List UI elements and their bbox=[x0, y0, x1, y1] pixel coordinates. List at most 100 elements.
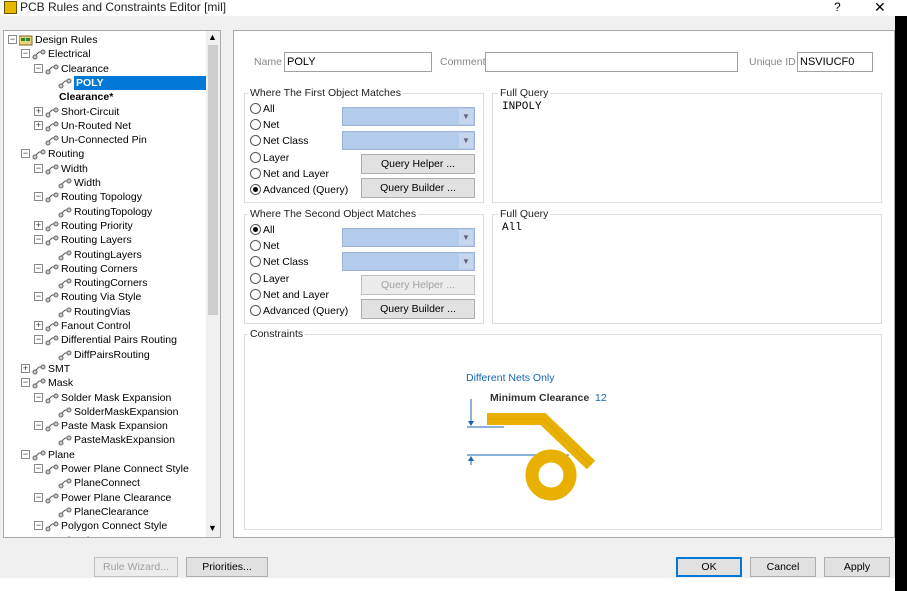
tree-node[interactable]: − Routing Layers bbox=[4, 233, 207, 247]
tree-node[interactable]: − Width bbox=[4, 162, 207, 176]
tree-node[interactable]: + Short-Circuit bbox=[4, 105, 207, 119]
collapse-icon[interactable]: − bbox=[34, 521, 43, 531]
tree-node[interactable]: Un-Connected Pin bbox=[4, 133, 207, 147]
apply-button[interactable]: Apply bbox=[824, 557, 890, 577]
tree-node[interactable]: PlaneConnect bbox=[4, 476, 207, 490]
radio-circle-icon[interactable] bbox=[250, 135, 261, 147]
second-radio-advanced-query[interactable]: Advanced (Query) bbox=[250, 304, 348, 318]
expand-icon[interactable]: + bbox=[34, 120, 43, 130]
collapse-icon[interactable]: − bbox=[34, 263, 43, 273]
second-radio-net-class[interactable]: Net Class bbox=[250, 255, 309, 269]
collapse-icon[interactable]: − bbox=[34, 421, 43, 431]
radio-circle-icon[interactable] bbox=[250, 184, 261, 195]
tree-node[interactable]: − Routing Via Style bbox=[4, 290, 207, 304]
collapse-icon[interactable]: − bbox=[34, 335, 43, 345]
second-query-helper-button[interactable]: Query Helper ... bbox=[361, 275, 475, 295]
tree-node[interactable]: RoutingCorners bbox=[4, 276, 207, 290]
radio-circle-icon[interactable] bbox=[250, 305, 261, 316]
tree-node[interactable]: PolygonConnect bbox=[4, 534, 207, 537]
second-radio-net[interactable]: Net bbox=[250, 239, 279, 253]
name-field[interactable]: POLY bbox=[284, 52, 432, 72]
tree-node[interactable]: + Fanout Control bbox=[4, 319, 207, 333]
expand-icon[interactable]: + bbox=[34, 220, 43, 230]
priorities-button[interactable]: Priorities... bbox=[186, 557, 268, 577]
tree-node[interactable]: RoutingTopology bbox=[4, 205, 207, 219]
ok-button[interactable]: OK bbox=[676, 557, 742, 577]
second-full-query-text[interactable]: All bbox=[502, 222, 522, 234]
rule-wizard-button[interactable]: Rule Wizard... bbox=[94, 557, 178, 577]
scroll-thumb[interactable] bbox=[208, 45, 218, 315]
tree-node[interactable]: − Paste Mask Expansion bbox=[4, 419, 207, 433]
tree-node[interactable]: − Design Rules bbox=[4, 33, 207, 47]
collapse-icon[interactable]: − bbox=[21, 378, 30, 388]
expand-icon[interactable]: + bbox=[34, 321, 43, 330]
collapse-icon[interactable]: − bbox=[34, 63, 43, 73]
tree-node[interactable]: RoutingLayers bbox=[4, 248, 207, 262]
tree-node[interactable]: − Routing bbox=[4, 147, 207, 161]
scroll-up-icon[interactable]: ▲ bbox=[208, 32, 217, 42]
comment-field[interactable] bbox=[485, 52, 738, 72]
radio-circle-icon[interactable] bbox=[250, 272, 261, 284]
second-radio-all[interactable]: All bbox=[250, 223, 275, 237]
tree-node[interactable]: RoutingVias bbox=[4, 305, 207, 319]
second-radio-layer[interactable]: Layer bbox=[250, 272, 289, 286]
radio-circle-icon[interactable] bbox=[250, 119, 261, 131]
first-radio-net[interactable]: Net bbox=[250, 118, 279, 132]
tree-node[interactable]: POLY bbox=[4, 75, 207, 90]
second-netclass-combo[interactable]: ▼ bbox=[342, 252, 475, 271]
tree-node[interactable]: − Power Plane Connect Style bbox=[4, 462, 207, 476]
tree-node[interactable]: − Polygon Connect Style bbox=[4, 519, 207, 533]
collapse-icon[interactable]: − bbox=[34, 492, 43, 502]
tree-node[interactable]: + SMT bbox=[4, 362, 207, 376]
tree-node[interactable]: + Un-Routed Net bbox=[4, 119, 207, 133]
collapse-icon[interactable]: − bbox=[34, 392, 43, 402]
collapse-icon[interactable]: − bbox=[21, 449, 30, 459]
collapse-icon[interactable]: − bbox=[8, 35, 17, 44]
tree-node[interactable]: − Solder Mask Expansion bbox=[4, 391, 207, 405]
tree-node[interactable]: − Mask bbox=[4, 376, 207, 390]
scroll-down-icon[interactable]: ▼ bbox=[208, 523, 217, 533]
radio-circle-icon[interactable] bbox=[250, 151, 261, 163]
radio-circle-icon[interactable] bbox=[250, 167, 261, 179]
close-button[interactable]: ✕ bbox=[874, 0, 886, 15]
expand-icon[interactable]: + bbox=[21, 363, 30, 373]
tree-node[interactable]: − Power Plane Clearance bbox=[4, 491, 207, 505]
tree-node[interactable]: DiffPairsRouting bbox=[4, 348, 207, 362]
radio-circle-icon[interactable] bbox=[250, 224, 261, 235]
rules-tree[interactable]: − Design Rules − Electrical − Clearance POLY Cl… bbox=[3, 30, 221, 538]
tree-node[interactable]: − Routing Topology bbox=[4, 190, 207, 204]
first-full-query-text[interactable]: INPOLY bbox=[502, 101, 542, 113]
first-query-builder-button[interactable]: Query Builder ... bbox=[361, 178, 475, 198]
tree-node[interactable]: − Differential Pairs Routing bbox=[4, 333, 207, 347]
tree-node[interactable]: − Plane bbox=[4, 448, 207, 462]
cancel-button[interactable]: Cancel bbox=[750, 557, 816, 577]
first-radio-all[interactable]: All bbox=[250, 102, 275, 116]
tree-node[interactable]: − Clearance bbox=[4, 62, 207, 76]
first-radio-advanced-query[interactable]: Advanced (Query) bbox=[250, 183, 348, 197]
expand-icon[interactable]: + bbox=[34, 106, 43, 116]
tree-node[interactable]: Clearance* bbox=[4, 90, 207, 104]
radio-circle-icon[interactable] bbox=[250, 240, 261, 252]
tree-scrollbar[interactable]: ▲ ▼ bbox=[206, 31, 220, 537]
radio-circle-icon[interactable] bbox=[250, 103, 261, 114]
tree-node[interactable]: SolderMaskExpansion bbox=[4, 405, 207, 419]
second-net-combo[interactable]: ▼ bbox=[342, 228, 475, 247]
radio-circle-icon[interactable] bbox=[250, 288, 261, 300]
tree-node[interactable]: PasteMaskExpansion bbox=[4, 433, 207, 447]
second-query-builder-button[interactable]: Query Builder ... bbox=[361, 299, 475, 319]
tree-node[interactable]: + Routing Priority bbox=[4, 219, 207, 233]
tree-node[interactable]: PlaneClearance bbox=[4, 505, 207, 519]
collapse-icon[interactable]: − bbox=[34, 464, 43, 473]
first-radio-layer[interactable]: Layer bbox=[250, 151, 289, 165]
tree-node[interactable]: Width bbox=[4, 176, 207, 190]
first-netclass-combo[interactable]: ▼ bbox=[342, 131, 475, 150]
help-button[interactable]: ? bbox=[834, 0, 841, 15]
first-net-combo[interactable]: ▼ bbox=[342, 107, 475, 126]
unique-id-field[interactable]: NSVIUCF0 bbox=[797, 52, 873, 72]
collapse-icon[interactable]: − bbox=[21, 149, 30, 159]
tree-node[interactable]: − Routing Corners bbox=[4, 262, 207, 276]
collapse-icon[interactable]: − bbox=[34, 292, 43, 302]
collapse-icon[interactable]: − bbox=[21, 49, 30, 59]
collapse-icon[interactable]: − bbox=[34, 235, 43, 245]
collapse-icon[interactable]: − bbox=[34, 192, 43, 202]
